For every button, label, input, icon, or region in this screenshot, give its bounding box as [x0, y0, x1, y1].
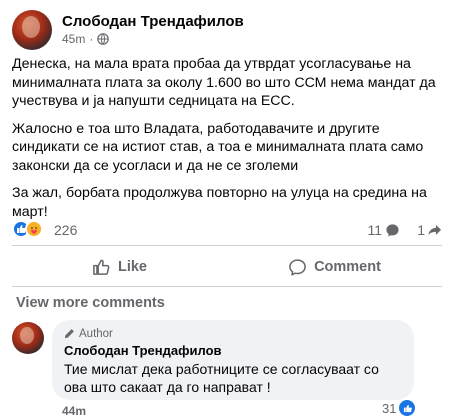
post-meta: 45m · — [62, 32, 110, 46]
share-arrow-icon — [428, 224, 442, 235]
post-time[interactable]: 45m — [62, 32, 85, 46]
comments-count[interactable]: 11 — [367, 222, 400, 238]
care-reaction-icon — [25, 220, 43, 238]
thumbs-up-icon — [93, 259, 110, 275]
post-author-name[interactable]: Слободан Трендафилов — [62, 13, 244, 30]
comment-bubble-icon — [386, 223, 399, 236]
globe-icon — [97, 33, 110, 45]
like-button-label: Like — [117, 259, 147, 275]
post-actions: Like Comment — [12, 252, 442, 282]
comment-author-name[interactable]: Слободан Трендафилов — [64, 343, 402, 358]
comments-count-value: 11 — [367, 222, 382, 238]
like-reaction-icon — [399, 400, 416, 416]
post-paragraph: За жал, борбата продолжува повторно на у… — [12, 185, 427, 220]
divider-bottom — [12, 286, 442, 287]
meta-separator: · — [89, 32, 94, 46]
post-body: Денеска, на мала врата пробаа да утврдат… — [12, 55, 442, 230]
author-avatar[interactable] — [12, 10, 52, 50]
shares-count[interactable]: 1 — [417, 222, 442, 238]
commenter-avatar[interactable] — [12, 322, 44, 354]
reaction-count[interactable]: 226 — [54, 222, 77, 238]
like-button[interactable]: Like — [12, 252, 227, 282]
reaction-icons[interactable] — [12, 220, 43, 238]
author-badge: Author — [64, 326, 402, 341]
view-more-comments[interactable]: View more comments — [16, 295, 165, 311]
post-paragraph: Жалосно е тоа што Владата, работодавачит… — [12, 120, 424, 174]
comment-button[interactable]: Comment — [227, 252, 442, 282]
comment-reactions[interactable]: 31 — [382, 400, 416, 416]
comment-time[interactable]: 44m — [62, 404, 86, 418]
author-badge-label: Author — [79, 327, 113, 340]
pencil-icon — [64, 329, 74, 339]
comment-bubble: Author Слободан Трендафилов Тие мислат д… — [52, 320, 414, 400]
post-paragraph: Денеска, на мала врата пробаа да утврдат… — [12, 56, 436, 109]
divider-top — [12, 245, 442, 246]
post-header: Слободан Трендафилов 45m · — [12, 10, 442, 52]
reactions-bar: 226 11 1 — [12, 218, 442, 242]
comment-like-count: 31 — [382, 400, 397, 416]
comment-icon — [289, 258, 306, 276]
shares-count-value: 1 — [417, 222, 425, 238]
comment-button-label: Comment — [314, 259, 381, 275]
comment-text: Тие мислат дека работниците се согласува… — [64, 361, 379, 395]
